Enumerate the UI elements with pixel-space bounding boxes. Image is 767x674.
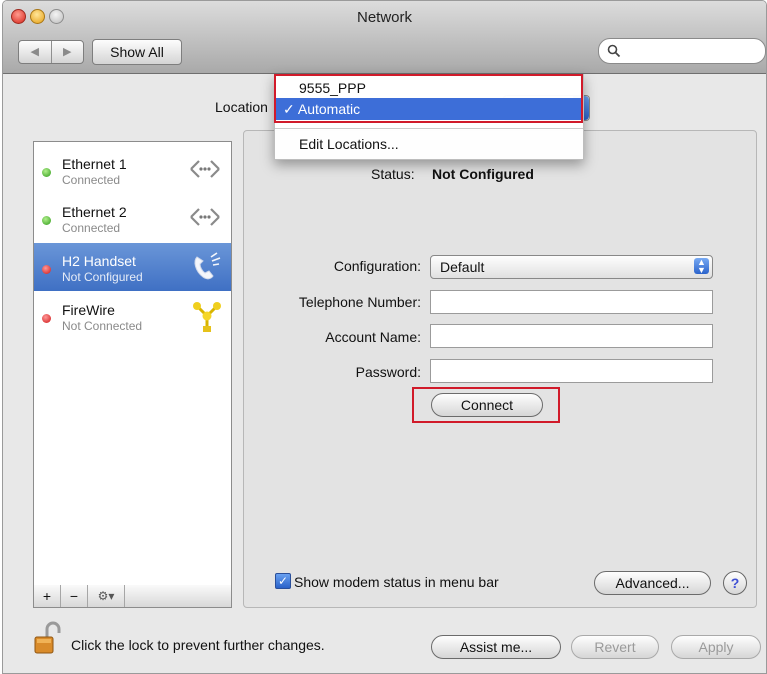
popup-arrows-icon: ▲ ▼: [694, 258, 709, 275]
service-list: Ethernet 1 Connected Ethernet 2 Connecte…: [33, 141, 232, 586]
service-name: Ethernet 2: [62, 204, 127, 220]
service-item-ethernet-1[interactable]: Ethernet 1 Connected: [34, 146, 231, 194]
show-modem-status-label: Show modem status in menu bar: [294, 574, 499, 590]
search-icon: [607, 44, 621, 58]
service-status: Not Configured: [62, 270, 143, 284]
service-status: Not Connected: [62, 319, 143, 333]
service-item-h2-handset[interactable]: H2 Handset Not Configured: [34, 243, 231, 291]
phone-icon: [194, 252, 221, 280]
status-dot-red: [42, 314, 51, 323]
remove-service-button[interactable]: −: [61, 585, 88, 607]
telephone-number-field[interactable]: [430, 290, 713, 314]
password-label: Password:: [355, 364, 421, 380]
revert-button[interactable]: Revert: [571, 635, 659, 659]
service-list-toolbar: + − ⚙▾: [33, 585, 232, 608]
account-name-label: Account Name:: [325, 329, 421, 345]
back-button[interactable]: ◀: [19, 41, 52, 63]
network-window: Network ◀ ▶ Show All Location Ethernet 1…: [2, 0, 767, 674]
window-title: Network: [356, 9, 412, 26]
location-highlight-box: [274, 74, 583, 123]
firewire-icon: [193, 302, 221, 332]
service-item-firewire[interactable]: FireWire Not Connected: [34, 292, 231, 340]
lock-icon[interactable]: [33, 621, 63, 657]
gear-menu-button[interactable]: ⚙▾: [88, 585, 125, 607]
account-name-field[interactable]: [430, 324, 713, 348]
status-dot-red: [42, 265, 51, 274]
assist-me-button[interactable]: Assist me...: [431, 635, 561, 659]
configuration-popup[interactable]: Default ▲ ▼: [430, 255, 713, 279]
service-status: Connected: [62, 221, 121, 235]
service-name: FireWire: [62, 302, 115, 318]
forward-button[interactable]: ▶: [52, 41, 84, 63]
title-bar: Network ◀ ▶ Show All: [3, 1, 766, 74]
status-dot-green: [42, 168, 51, 177]
service-name: Ethernet 1: [62, 156, 127, 172]
location-label: Location: [215, 99, 268, 115]
ethernet-icon: [190, 160, 220, 178]
status-dot-green: [42, 216, 51, 225]
back-forward-control: ◀ ▶: [18, 40, 84, 64]
menu-separator: [275, 128, 583, 129]
lock-label: Click the lock to prevent further change…: [71, 637, 325, 653]
service-name: H2 Handset: [62, 253, 136, 269]
advanced-button[interactable]: Advanced...: [594, 571, 711, 595]
configuration-value: Default: [440, 259, 485, 275]
show-all-button[interactable]: Show All: [92, 39, 182, 65]
status-value: Not Configured: [432, 166, 534, 182]
connect-highlight-box: [412, 387, 560, 423]
telephone-number-label: Telephone Number:: [298, 294, 421, 310]
help-button[interactable]: ?: [723, 571, 747, 595]
add-service-button[interactable]: +: [34, 585, 61, 607]
ethernet-icon: [190, 208, 220, 226]
service-item-ethernet-2[interactable]: Ethernet 2 Connected: [34, 194, 231, 242]
apply-button[interactable]: Apply: [671, 635, 761, 659]
search-field[interactable]: [598, 38, 766, 64]
status-label: Status:: [371, 166, 415, 182]
show-modem-status-checkbox[interactable]: ✓: [275, 573, 291, 589]
service-status: Connected: [62, 173, 121, 187]
menu-item-edit-locations[interactable]: Edit Locations...: [275, 133, 583, 155]
configuration-label: Configuration:: [333, 258, 421, 274]
password-field[interactable]: [430, 359, 713, 383]
